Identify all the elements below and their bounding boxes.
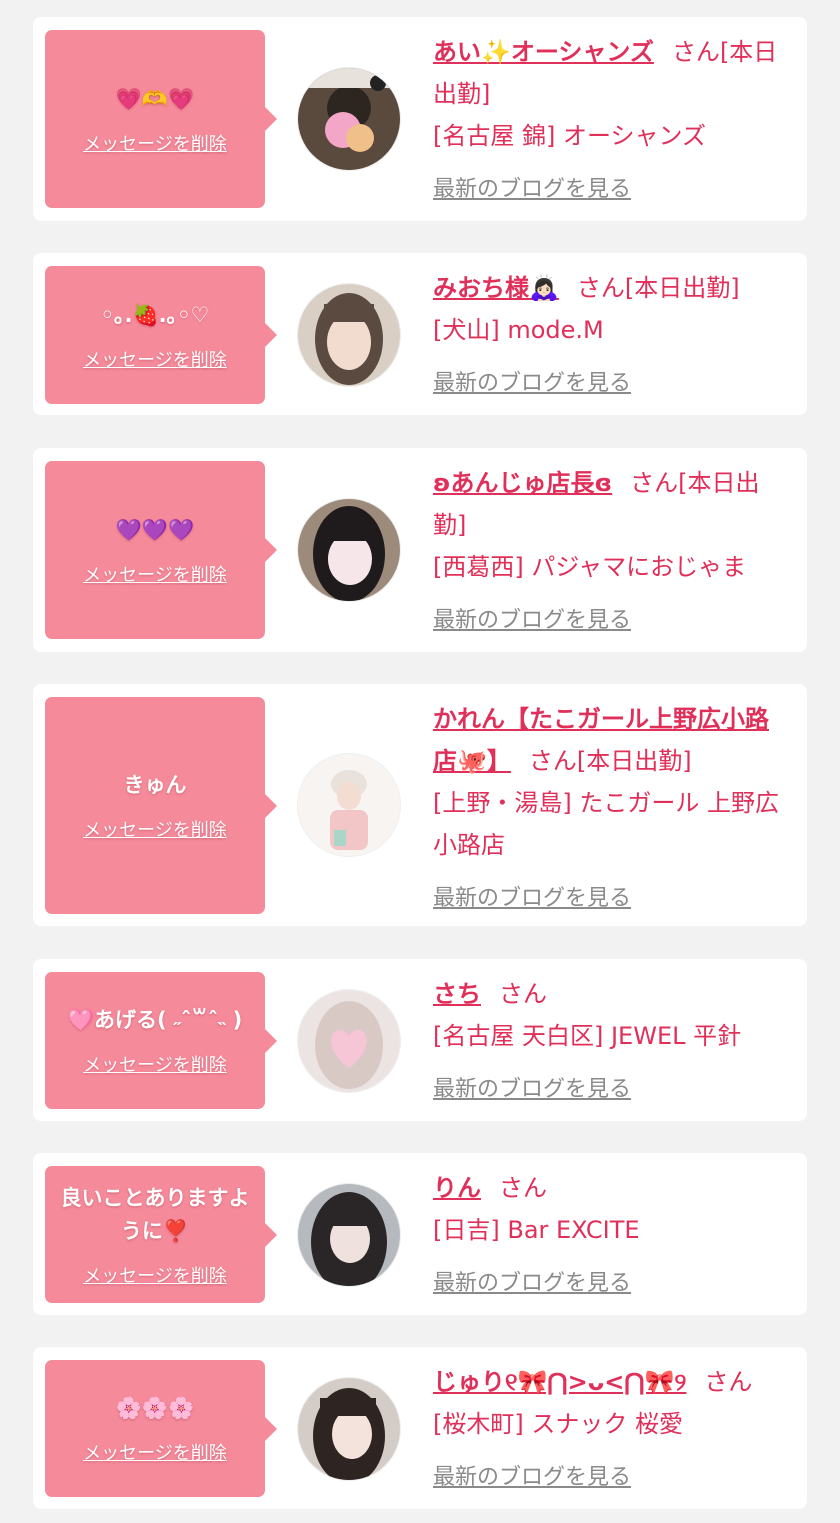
message-card: ◦｡.🍓.｡◦♡ メッセージを削除 みおち様🙇🏻‍♀️ さん[本日出勤] [犬山]…: [33, 253, 807, 415]
message-card: 🌸🌸🌸 メッセージを削除 じゅり୧🎀⋂>ᴗ<⋂🎀୨ さん [桜木町] スナック 桜…: [33, 1347, 807, 1509]
message-bubble: きゅん メッセージを削除: [45, 697, 277, 914]
work-status: [本日出勤]: [624, 274, 740, 302]
shop-name: [日吉] Bar EXCITE: [433, 1216, 640, 1244]
latest-blog-link[interactable]: 最新のブログを見る: [433, 1263, 631, 1305]
profile-name-link[interactable]: あい✨オーシャンズ: [433, 38, 654, 66]
message-bubble: 💜💜💜 メッセージを削除: [45, 461, 277, 639]
latest-blog-link[interactable]: 最新のブログを見る: [433, 363, 631, 405]
message-bubble: 🌸🌸🌸 メッセージを削除: [45, 1360, 277, 1497]
profile-info: あい✨オーシャンズ さん[本日出勤] [名古屋 錦] オーシャンズ 最新のブログを…: [433, 31, 785, 211]
honorific: さん: [630, 469, 679, 497]
avatar[interactable]: [298, 1184, 400, 1286]
honorific: さん: [528, 747, 577, 775]
delete-message-link[interactable]: メッセージを削除: [83, 130, 227, 156]
shop-name: [名古屋 天白区] JEWEL 平針: [433, 1022, 742, 1050]
latest-blog-link[interactable]: 最新のブログを見る: [433, 1457, 631, 1499]
avatar[interactable]: [298, 499, 400, 601]
honorific: さん: [671, 38, 720, 66]
profile-info: りん さん [日吉] Bar EXCITE 最新のブログを見る: [433, 1167, 785, 1305]
latest-blog-link[interactable]: 最新のブログを見る: [433, 878, 631, 920]
avatar[interactable]: [298, 754, 400, 856]
honorific: さん: [704, 1368, 753, 1396]
shop-name: [桜木町] スナック 桜愛: [433, 1410, 683, 1438]
profile-info: さち さん [名古屋 天白区] JEWEL 平針 最新のブログを見る: [433, 973, 785, 1111]
message-card: 🩷あげる( ˶ˆ꒳ˆ˵ ) メッセージを削除 さち さん [名古屋 天白区] JE…: [33, 959, 807, 1121]
profile-name-link[interactable]: じゅり୧🎀⋂>ᴗ<⋂🎀୨: [433, 1368, 686, 1396]
message-bubble: 良いことありますように❣️ メッセージを削除: [45, 1166, 277, 1303]
message-text: 🌸🌸🌸: [115, 1396, 195, 1420]
message-bubble: ◦｡.🍓.｡◦♡ メッセージを削除: [45, 266, 277, 404]
shop-name: [犬山] mode.M: [433, 316, 604, 344]
delete-message-link[interactable]: メッセージを削除: [83, 1051, 227, 1077]
work-status: [本日出勤]: [576, 747, 692, 775]
honorific: さん: [499, 1174, 547, 1202]
latest-blog-link[interactable]: 最新のブログを見る: [433, 1069, 631, 1111]
honorific: さん: [499, 980, 547, 1008]
avatar[interactable]: [298, 284, 400, 386]
message-card: 💗🫶💗 メッセージを削除 あい✨オーシャンズ さん[本日出勤] [名古屋 錦] オ…: [33, 17, 807, 221]
message-text: 💗🫶💗: [115, 86, 195, 111]
profile-info: じゅり୧🎀⋂>ᴗ<⋂🎀୨ さん [桜木町] スナック 桜愛 最新のブログを見る: [433, 1361, 785, 1499]
message-text: 良いことありますように❣️: [60, 1185, 250, 1243]
delete-message-link[interactable]: メッセージを削除: [83, 1439, 227, 1465]
message-text: 🩷あげる( ˶ˆ꒳ˆ˵ ): [67, 1008, 243, 1032]
message-card: 💜💜💜 メッセージを削除 ʚあんじゅ店長ɞ さん[本日出勤] [西葛西] パジャマ…: [33, 448, 807, 652]
profile-info: かれん【たこガール上野広小路店🐙】 さん[本日出勤] [上野・湯島] たこガール …: [433, 698, 785, 920]
message-card: きゅん メッセージを削除 かれん【たこガール上野広小路店🐙】 さん[本日出勤] […: [33, 684, 807, 926]
profile-info: ʚあんじゅ店長ɞ さん[本日出勤] [西葛西] パジャマにおじゃま 最新のブログを…: [433, 462, 785, 642]
latest-blog-link[interactable]: 最新のブログを見る: [433, 600, 631, 642]
profile-name-link[interactable]: ʚあんじゅ店長ɞ: [433, 469, 612, 497]
avatar[interactable]: [298, 1378, 400, 1480]
avatar[interactable]: [298, 68, 400, 170]
shop-name: [名古屋 錦] オーシャンズ: [433, 122, 707, 150]
shop-name: [上野・湯島] たこガール 上野広小路店: [433, 789, 779, 859]
message-text: ◦｡.🍓.｡◦♡: [100, 302, 210, 327]
message-bubble: 🩷あげる( ˶ˆ꒳ˆ˵ ) メッセージを削除: [45, 972, 277, 1109]
message-card: 良いことありますように❣️ メッセージを削除 りん さん [日吉] Bar EXC…: [33, 1153, 807, 1315]
latest-blog-link[interactable]: 最新のブログを見る: [433, 169, 631, 211]
profile-name-link[interactable]: りん: [433, 1174, 481, 1202]
message-bubble: 💗🫶💗 メッセージを削除: [45, 30, 277, 208]
delete-message-link[interactable]: メッセージを削除: [83, 1262, 227, 1288]
profile-name-link[interactable]: みおち様🙇🏻‍♀️: [433, 274, 559, 302]
avatar[interactable]: [298, 990, 400, 1092]
message-text: 💜💜💜: [115, 517, 195, 542]
delete-message-link[interactable]: メッセージを削除: [83, 561, 227, 587]
profile-name-link[interactable]: さち: [433, 980, 481, 1008]
honorific: さん: [576, 274, 625, 302]
message-text: きゅん: [123, 773, 187, 797]
shop-name: [西葛西] パジャマにおじゃま: [433, 553, 747, 581]
profile-info: みおち様🙇🏻‍♀️ さん[本日出勤] [犬山] mode.M 最新のブログを見る: [433, 267, 785, 405]
delete-message-link[interactable]: メッセージを削除: [83, 346, 227, 372]
delete-message-link[interactable]: メッセージを削除: [83, 816, 227, 842]
